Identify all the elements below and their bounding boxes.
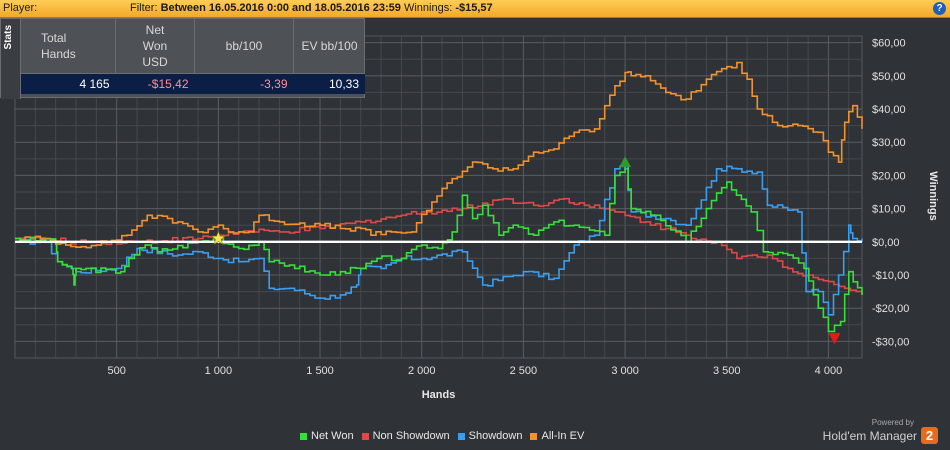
stats-table: Total Hands Net Won USD bb/100 EV bb/100 4 …: [21, 19, 365, 94]
stats-header-total-hands: Total Hands: [21, 19, 116, 74]
legend-item-non-showdown[interactable]: Non Showdown: [361, 430, 450, 442]
legend-label-showdown: Showdown: [468, 430, 523, 442]
x-tick-label: 3 000: [611, 365, 639, 377]
legend-label-all-in-ev: All-In EV: [541, 430, 585, 442]
filter-value: Between 16.05.2016 0:00 and 18.05.2016 2…: [160, 2, 401, 14]
y-axis: -$30,00 -$20,00 -$10,00 $0,00 $10,00 $20,00 $3…: [872, 38, 939, 349]
legend-swatch-non-showdown: [361, 432, 369, 440]
stats-header-ev-bb100: EV bb/100: [301, 39, 358, 53]
player-label: Player:: [3, 2, 38, 14]
brand-name-row: Hold'em Manager 2: [823, 427, 938, 444]
filter-label: Filter:: [130, 2, 158, 14]
x-tick-label: 2 000: [408, 365, 436, 377]
legend-item-net-won[interactable]: Net Won: [300, 430, 354, 442]
stats-header-row: Total Hands Net Won USD bb/100 EV bb/100: [21, 19, 365, 74]
filter-summary: Filter: Between 16.05.2016 0:00 and 18.0…: [130, 2, 493, 14]
stats-header-net-won: Net Won USD: [115, 19, 195, 74]
legend-item-showdown[interactable]: Showdown: [457, 430, 523, 442]
brand-block: Powered by Hold'em Manager 2: [823, 418, 938, 444]
y-tick-label: $10,00: [872, 204, 906, 216]
y-tick-label: $40,00: [872, 104, 906, 116]
stats-value-total-hands: 4 165: [21, 73, 116, 94]
legend-item-all-in-ev[interactable]: All-In EV: [530, 430, 584, 442]
winnings-value: -$15,57: [455, 2, 493, 14]
y-tick-label: $20,00: [872, 170, 906, 182]
y-tick-label: $30,00: [872, 137, 906, 149]
stats-panel: Stats Total Hands Net Won USD bb/100 EV bb/…: [0, 18, 365, 99]
legend-label-non-showdown: Non Showdown: [372, 430, 450, 442]
x-tick-label: 3 500: [713, 365, 741, 377]
x-tick-label: 1 000: [205, 365, 233, 377]
x-tick-label: 1 500: [306, 365, 334, 377]
y-tick-label: $60,00: [872, 38, 906, 50]
legend-swatch-net-won: [300, 432, 307, 440]
y-tick-label: -$20,00: [872, 303, 909, 315]
chart-legend: Net Won Non Showdown Showdown All-In EV: [300, 430, 584, 442]
help-icon[interactable]: ?: [933, 2, 946, 15]
winnings-label: Winnings:: [403, 2, 453, 14]
x-axis-label: Hands: [422, 389, 456, 401]
hem-logo-icon: 2: [921, 427, 938, 444]
powered-by-label: Powered by: [871, 418, 914, 427]
stats-tab-label: Stats: [3, 25, 14, 50]
y-tick-label: $50,00: [872, 71, 906, 83]
stats-value-row: 4 165 -$15,42 -3,39 10,33: [21, 73, 365, 94]
legend-label-net-won: Net Won: [311, 430, 354, 442]
x-tick-label: 2 500: [510, 365, 538, 377]
stats-tab[interactable]: Stats: [1, 19, 21, 99]
stats-value-ev-bb100: 10,33: [293, 73, 365, 94]
y-tick-label: -$30,00: [872, 336, 909, 348]
stats-value-net-won: -$15,42: [115, 73, 195, 94]
stats-header-bb100: bb/100: [194, 19, 294, 74]
y-tick-label: $0,00: [872, 237, 900, 249]
brand-name: Hold'em Manager: [822, 428, 917, 443]
filter-bar: Player: Filter: Between 16.05.2016 0:00 …: [0, 0, 950, 18]
x-axis: 500 1 000 1 500 2 000 2 500 3 000 3 500 4 000 Ha…: [108, 365, 843, 401]
x-tick-label: 4 000: [815, 365, 843, 377]
y-axis-label: Winnings: [927, 171, 939, 220]
y-tick-label: -$10,00: [872, 270, 909, 282]
x-tick-label: 500: [108, 365, 126, 377]
legend-swatch-showdown: [457, 432, 465, 440]
stats-value-bb100: -3,39: [194, 73, 294, 94]
legend-swatch-all-in-ev: [530, 432, 538, 440]
